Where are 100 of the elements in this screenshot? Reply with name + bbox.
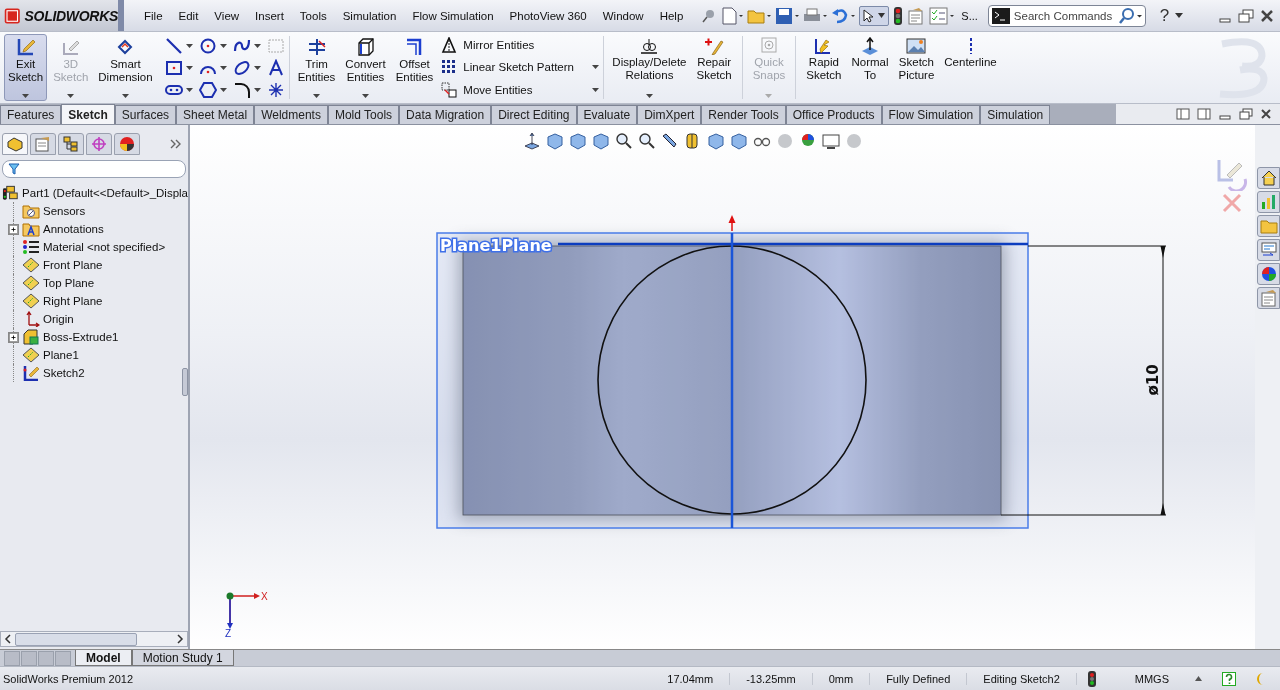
menu-item[interactable]: Window xyxy=(594,9,652,22)
cube-icon[interactable] xyxy=(706,132,726,150)
tree-item[interactable]: Origin xyxy=(22,311,74,327)
undo-icon[interactable] xyxy=(831,6,856,25)
ribbon-button[interactable]: Repair Sketch xyxy=(692,34,736,101)
text-tool-icon[interactable] xyxy=(266,58,285,77)
cube-icon[interactable] xyxy=(729,132,749,150)
clipboard-icon[interactable] xyxy=(907,6,926,25)
caret-icon[interactable] xyxy=(219,65,227,70)
tab[interactable]: Office Products xyxy=(785,105,882,124)
tree-item[interactable]: Right Plane xyxy=(22,293,103,309)
sketch-circle[interactable] xyxy=(597,245,867,515)
ribbon-button[interactable]: Trim Entities xyxy=(293,34,340,101)
new-document-icon[interactable] xyxy=(721,6,744,25)
traffic-light-icon[interactable] xyxy=(893,6,904,25)
tab[interactable]: Weldments xyxy=(254,105,328,124)
ribbon-button[interactable]: Sketch Picture xyxy=(894,34,939,101)
filter-field[interactable] xyxy=(2,160,186,178)
tab[interactable]: Motion Study 1 xyxy=(131,650,234,666)
ribbon-button[interactable]: Convert Entities xyxy=(341,34,390,101)
tab[interactable]: Sheet Metal xyxy=(176,105,255,124)
menu-item[interactable]: Insert xyxy=(247,9,292,22)
caret-icon[interactable] xyxy=(1175,13,1184,18)
point-tool-icon[interactable] xyxy=(266,80,285,99)
tree-item[interactable]: Sketch2 xyxy=(22,365,85,381)
appearance-tab[interactable] xyxy=(114,133,140,155)
monitor-icon[interactable] xyxy=(821,132,841,150)
menu-item[interactable]: PhotoView 360 xyxy=(501,9,595,22)
ribbon-button[interactable]: Smart Dimension xyxy=(94,34,157,101)
clipboard-button[interactable] xyxy=(1257,287,1280,309)
tile-right-icon[interactable] xyxy=(1197,108,1211,120)
tab[interactable]: Render Tools xyxy=(701,105,786,124)
tab[interactable]: Simulation xyxy=(980,105,1051,124)
ribbon-button[interactable]: Linear Sketch Pattern xyxy=(441,59,574,76)
tab[interactable]: Evaluate xyxy=(576,105,638,124)
menu-item[interactable]: Flow Simulation xyxy=(404,9,502,22)
configuration-tab[interactable] xyxy=(58,133,84,155)
zoom-icon[interactable] xyxy=(637,132,657,150)
tab[interactable]: Flow Simulation xyxy=(881,105,981,124)
tab[interactable]: Features xyxy=(0,105,62,124)
close-icon[interactable] xyxy=(1260,8,1274,23)
color-ball-button[interactable] xyxy=(1257,263,1280,285)
menu-item[interactable]: File xyxy=(136,9,171,22)
toolbar-overflow-label[interactable]: S... xyxy=(961,9,978,22)
caret-icon[interactable] xyxy=(219,87,227,92)
caret-icon[interactable] xyxy=(1195,676,1202,681)
tree-item[interactable]: Boss-Extrude1 xyxy=(22,329,119,345)
expand-toggle[interactable] xyxy=(8,223,19,235)
tile-left-icon[interactable] xyxy=(1176,108,1190,120)
ribbon-button[interactable]: Display/Delete Relations xyxy=(608,34,691,101)
caret-icon[interactable] xyxy=(185,87,193,92)
cube-icon[interactable] xyxy=(591,132,611,150)
tree-item[interactable]: Material <not specified> xyxy=(22,239,166,255)
fillet-tool-icon[interactable] xyxy=(232,80,251,99)
caret-icon[interactable] xyxy=(219,43,227,48)
ribbon-button[interactable]: Move Entities xyxy=(441,81,533,98)
dimension-text[interactable]: ø10 xyxy=(1144,364,1162,396)
polygon-tool-icon[interactable] xyxy=(198,80,217,99)
menu-item[interactable]: Tools xyxy=(291,9,335,22)
collapse-handle[interactable] xyxy=(182,368,188,396)
units-selector[interactable]: MMGS xyxy=(1134,672,1169,685)
arrow-icon[interactable] xyxy=(522,132,542,150)
close-icon[interactable] xyxy=(1260,108,1272,120)
menu-item[interactable]: Edit xyxy=(170,9,207,22)
tree-item[interactable]: Sensors xyxy=(22,203,86,219)
circle-tool-icon[interactable] xyxy=(198,36,217,55)
help-button[interactable]: ? xyxy=(1159,5,1170,26)
home-button[interactable] xyxy=(1257,167,1280,189)
ellipse-tool-icon[interactable] xyxy=(232,58,251,77)
menu-item[interactable]: Simulation xyxy=(334,9,405,22)
traffic-light-icon[interactable] xyxy=(1086,670,1097,687)
search-icon[interactable] xyxy=(1116,6,1143,25)
select-button[interactable] xyxy=(859,5,890,26)
caret-icon[interactable] xyxy=(185,43,193,48)
menu-item[interactable]: View xyxy=(206,9,248,22)
ribbon-button[interactable]: Rapid Sketch xyxy=(802,34,846,101)
tab[interactable]: Mold Tools xyxy=(327,105,400,124)
horizontal-scrollbar[interactable] xyxy=(0,631,188,647)
menu-item[interactable]: Help xyxy=(651,9,692,22)
zoom-icon[interactable] xyxy=(614,132,634,150)
tab[interactable]: DimXpert xyxy=(637,105,702,124)
cube-icon[interactable] xyxy=(545,132,565,150)
tab[interactable]: Sketch xyxy=(61,104,115,124)
caret-icon[interactable] xyxy=(253,87,261,92)
tab[interactable]: Data Migration xyxy=(399,105,492,124)
ribbon-button[interactable]: Offset Entities xyxy=(391,34,438,101)
tree-item[interactable]: Plane1 xyxy=(22,347,79,363)
cube-icon[interactable] xyxy=(568,132,588,150)
feature-tree-tab[interactable] xyxy=(2,133,28,155)
save-icon[interactable] xyxy=(775,6,800,25)
list-button[interactable] xyxy=(1257,239,1280,261)
ribbon-button[interactable]: Mirror Entities xyxy=(441,37,535,54)
centerline[interactable] xyxy=(730,233,734,528)
restore-icon[interactable] xyxy=(1239,108,1253,120)
caret-icon[interactable] xyxy=(185,65,193,70)
dimension-line[interactable] xyxy=(1000,245,1167,516)
tab[interactable]: Model xyxy=(75,650,132,666)
tree-item[interactable]: Part1 (Default<<Default>_Displa xyxy=(2,184,188,202)
line-tool-icon[interactable] xyxy=(164,36,183,55)
caret-icon[interactable] xyxy=(253,43,261,48)
